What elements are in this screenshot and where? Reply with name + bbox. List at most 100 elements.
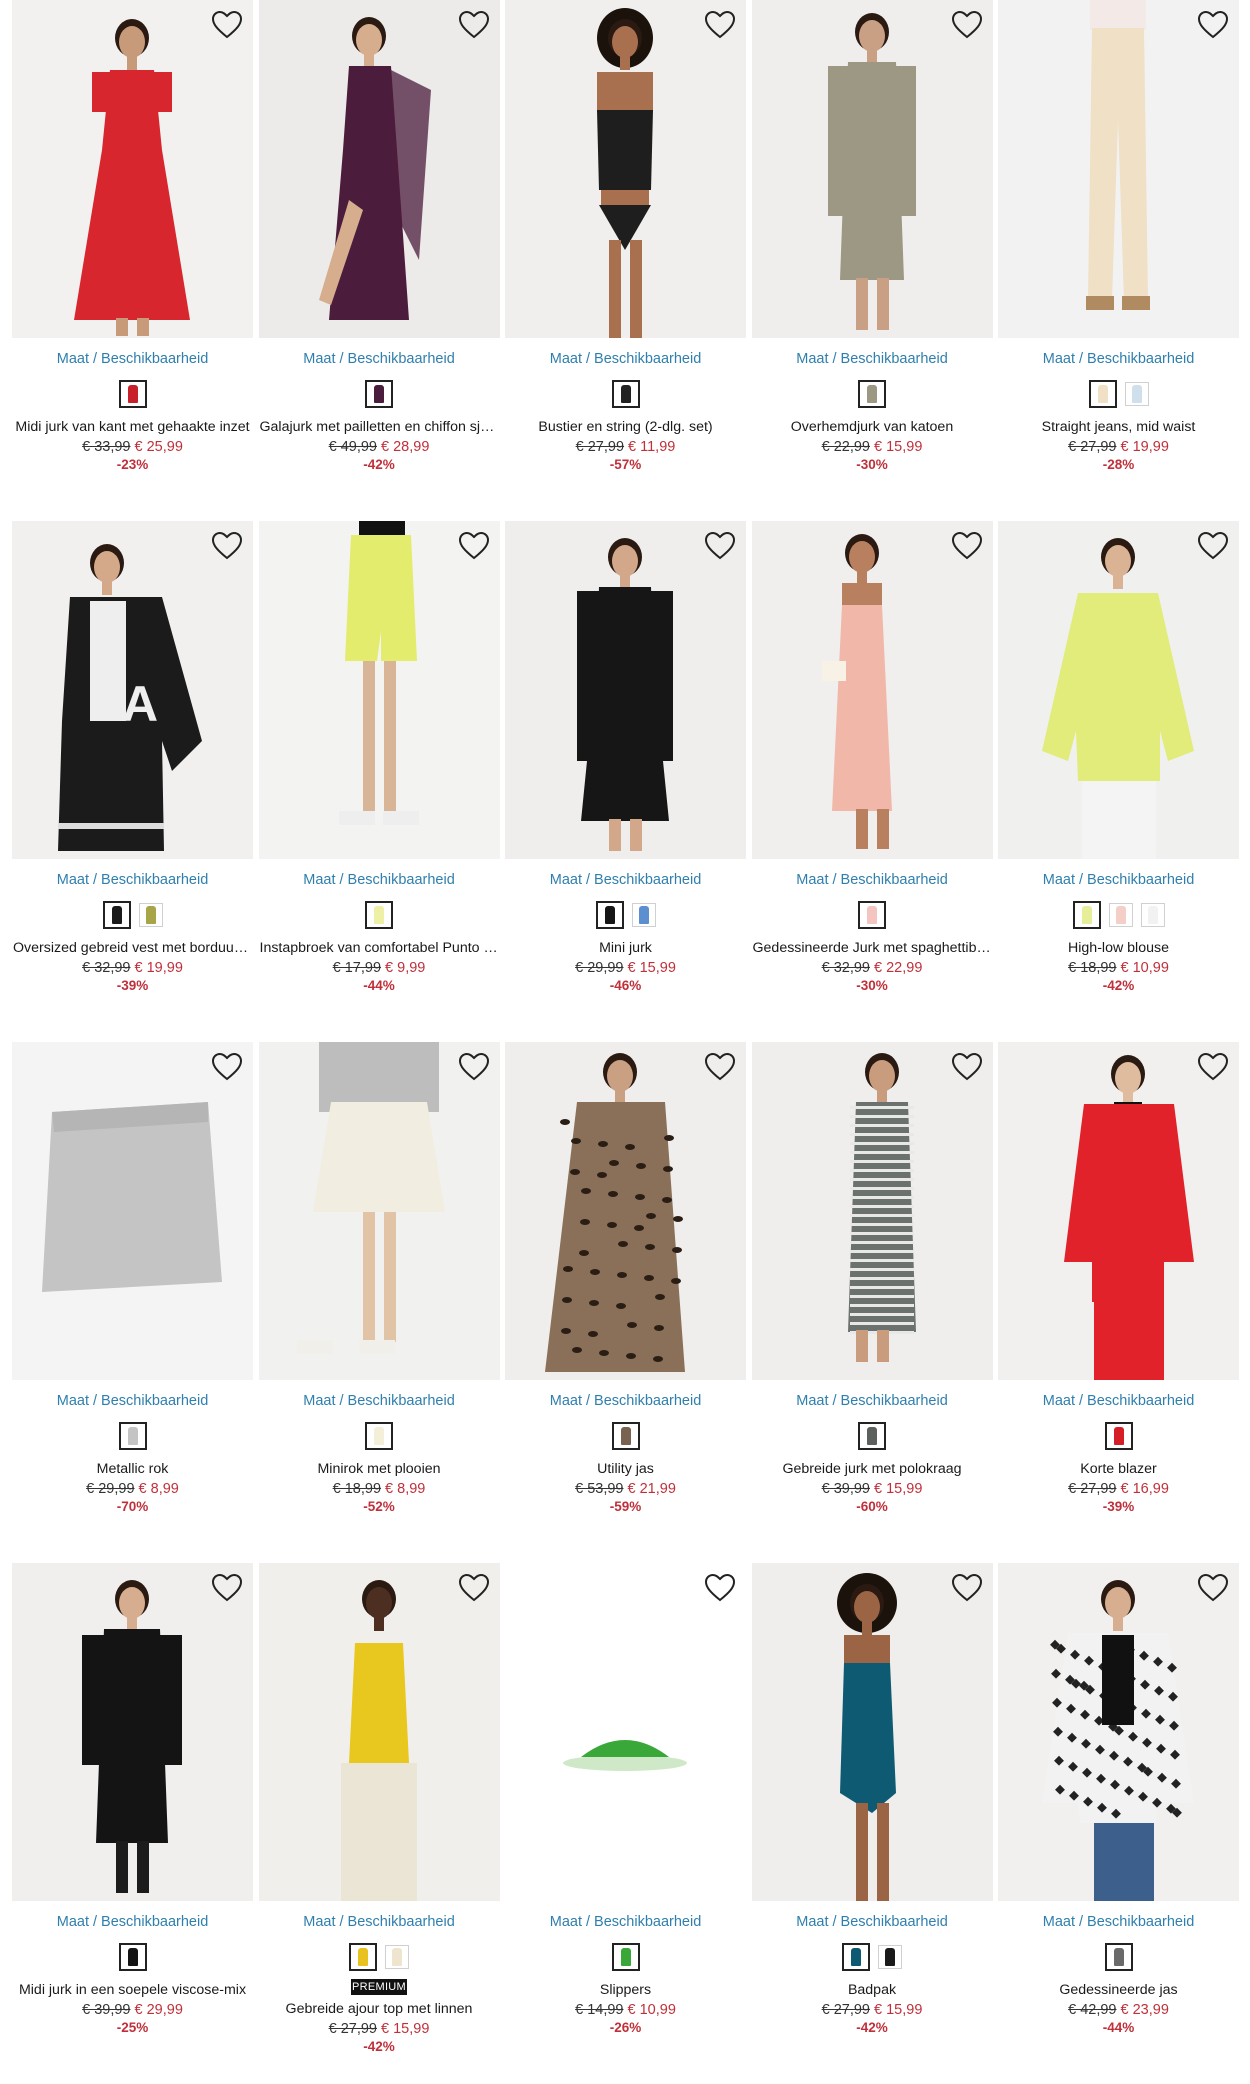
size-availability-link[interactable]: Maat / Beschikbaarheid <box>12 1392 253 1410</box>
product-image[interactable] <box>12 1042 253 1380</box>
color-swatch[interactable] <box>1104 1422 1133 1450</box>
product-name[interactable]: Overhemdjurk van katoen <box>752 419 993 435</box>
color-swatch[interactable] <box>349 1943 377 1971</box>
product-image[interactable] <box>258 1563 500 1901</box>
product-image[interactable] <box>751 1042 993 1380</box>
size-availability-link[interactable]: Maat / Beschikbaarheid <box>259 1913 500 1931</box>
product-name[interactable]: Slippers <box>505 1982 746 1998</box>
product-image[interactable] <box>751 0 993 338</box>
wishlist-heart-icon[interactable] <box>1197 531 1229 561</box>
color-swatch[interactable] <box>365 1422 393 1450</box>
product-card[interactable]: Maat / Beschikbaarheid Straight jeans, mi… <box>998 0 1239 521</box>
wishlist-heart-icon[interactable] <box>951 1573 983 1603</box>
wishlist-heart-icon[interactable] <box>704 531 736 561</box>
wishlist-heart-icon[interactable] <box>1197 1573 1229 1603</box>
product-name[interactable]: Galajurk met pailletten en chiffon sjaal <box>259 419 500 435</box>
wishlist-heart-icon[interactable] <box>458 531 490 561</box>
product-image[interactable] <box>505 1563 746 1901</box>
product-image[interactable] <box>505 521 746 859</box>
product-name[interactable]: Oversized gebreid vest met borduursel <box>12 940 253 956</box>
color-swatch[interactable] <box>138 903 163 927</box>
wishlist-heart-icon[interactable] <box>211 1052 243 1082</box>
product-name[interactable]: Korte blazer <box>998 1461 1239 1477</box>
product-name[interactable]: Gebreide ajour top met linnen <box>259 2001 500 2017</box>
size-availability-link[interactable]: Maat / Beschikbaarheid <box>505 871 746 889</box>
product-card[interactable]: Maat / Beschikbaarheid Gebreide jurk met … <box>751 1042 993 1563</box>
product-name[interactable]: Gedessineerde jas <box>998 1982 1239 1998</box>
color-swatch[interactable] <box>878 1945 902 1969</box>
product-name[interactable]: High-low blouse <box>998 940 1239 956</box>
wishlist-heart-icon[interactable] <box>951 10 983 40</box>
wishlist-heart-icon[interactable] <box>211 531 243 561</box>
product-name[interactable]: Badpak <box>752 1982 993 1998</box>
size-availability-link[interactable]: Maat / Beschikbaarheid <box>12 1913 253 1931</box>
wishlist-heart-icon[interactable] <box>458 1573 490 1603</box>
color-swatch[interactable] <box>1124 382 1149 406</box>
product-image[interactable] <box>998 521 1239 859</box>
wishlist-heart-icon[interactable] <box>1197 10 1229 40</box>
product-card[interactable]: Maat / Beschikbaarheid Utility jas € 53,99… <box>505 1042 746 1563</box>
product-card[interactable]: Maat / Beschikbaarheid Mini jurk € 29,99 € … <box>505 521 746 1042</box>
product-card[interactable]: Maat / Beschikbaarheid Bustier en string … <box>505 0 746 521</box>
wishlist-heart-icon[interactable] <box>951 1052 983 1082</box>
size-availability-link[interactable]: Maat / Beschikbaarheid <box>998 871 1239 889</box>
size-availability-link[interactable]: Maat / Beschikbaarheid <box>505 1392 746 1410</box>
product-image[interactable] <box>258 1042 500 1380</box>
product-card[interactable]: A Maat / Beschikbaarheid Oversized gebreid… <box>12 521 253 1042</box>
product-name[interactable]: Metallic rok <box>12 1461 253 1477</box>
product-card[interactable]: Maat / Beschikbaarheid Metallic rok € 29,9… <box>12 1042 253 1563</box>
product-image[interactable] <box>505 0 746 338</box>
product-name[interactable]: Midi jurk van kant met gehaakte inzet <box>12 419 253 435</box>
wishlist-heart-icon[interactable] <box>211 10 243 40</box>
product-image[interactable] <box>998 1042 1239 1380</box>
size-availability-link[interactable]: Maat / Beschikbaarheid <box>505 350 746 368</box>
wishlist-heart-icon[interactable] <box>1197 1052 1229 1082</box>
product-name[interactable]: Midi jurk in een soepele viscose-mix <box>12 1982 253 1998</box>
color-swatch[interactable] <box>1104 1943 1133 1971</box>
color-swatch[interactable] <box>118 380 147 408</box>
product-card[interactable]: Maat / Beschikbaarheid Midi jurk van kant… <box>12 0 253 521</box>
product-card[interactable]: Maat / Beschikbaarheid Instapbroek van co… <box>258 521 500 1042</box>
product-card[interactable]: Maat / Beschikbaarheid Badpak € 27,99 € 15,… <box>751 1563 993 2084</box>
product-card[interactable]: Maat / Beschikbaarheid Gedessineerde jas €… <box>998 1563 1239 2084</box>
product-card[interactable]: Maat / Beschikbaarheid Gedessineerde Jurk… <box>751 521 993 1042</box>
wishlist-heart-icon[interactable] <box>211 1573 243 1603</box>
product-card[interactable]: Maat / Beschikbaarheid Midi jurk in een s… <box>12 1563 253 2084</box>
size-availability-link[interactable]: Maat / Beschikbaarheid <box>752 1392 993 1410</box>
product-card[interactable]: Maat / Beschikbaarheid PREMIUM Gebreide aj… <box>258 1563 500 2084</box>
size-availability-link[interactable]: Maat / Beschikbaarheid <box>752 871 993 889</box>
product-name[interactable]: Mini jurk <box>505 940 746 956</box>
size-availability-link[interactable]: Maat / Beschikbaarheid <box>998 1392 1239 1410</box>
product-name[interactable]: Utility jas <box>505 1461 746 1477</box>
color-swatch[interactable] <box>1108 903 1133 927</box>
product-name[interactable]: Instapbroek van comfortabel Punto di Rom… <box>259 940 500 956</box>
color-swatch[interactable] <box>595 901 624 929</box>
product-card[interactable]: Maat / Beschikbaarheid Korte blazer € 27,9… <box>998 1042 1239 1563</box>
product-image[interactable] <box>12 0 253 338</box>
color-swatch[interactable] <box>1140 903 1165 927</box>
size-availability-link[interactable]: Maat / Beschikbaarheid <box>259 1392 500 1410</box>
size-availability-link[interactable]: Maat / Beschikbaarheid <box>998 1913 1239 1931</box>
product-name[interactable]: Gebreide jurk met polokraag <box>752 1461 993 1477</box>
product-name[interactable]: Straight jeans, mid waist <box>998 419 1239 435</box>
size-availability-link[interactable]: Maat / Beschikbaarheid <box>12 871 253 889</box>
color-swatch[interactable] <box>118 1422 147 1450</box>
product-image[interactable] <box>751 1563 993 1901</box>
product-image[interactable] <box>258 0 500 338</box>
product-name[interactable]: Bustier en string (2-dlg. set) <box>505 419 746 435</box>
color-swatch[interactable] <box>102 901 131 929</box>
color-swatch[interactable] <box>118 1943 147 1971</box>
wishlist-heart-icon[interactable] <box>951 531 983 561</box>
color-swatch[interactable] <box>858 380 886 408</box>
product-image[interactable] <box>998 1563 1239 1901</box>
product-card[interactable]: Maat / Beschikbaarheid Minirok met plooie… <box>258 1042 500 1563</box>
size-availability-link[interactable]: Maat / Beschikbaarheid <box>752 350 993 368</box>
size-availability-link[interactable]: Maat / Beschikbaarheid <box>12 350 253 368</box>
color-swatch[interactable] <box>858 1422 886 1450</box>
product-image[interactable] <box>505 1042 746 1380</box>
size-availability-link[interactable]: Maat / Beschikbaarheid <box>259 871 500 889</box>
size-availability-link[interactable]: Maat / Beschikbaarheid <box>752 1913 993 1931</box>
product-image[interactable] <box>998 0 1239 338</box>
wishlist-heart-icon[interactable] <box>458 1052 490 1082</box>
color-swatch[interactable] <box>1088 380 1117 408</box>
